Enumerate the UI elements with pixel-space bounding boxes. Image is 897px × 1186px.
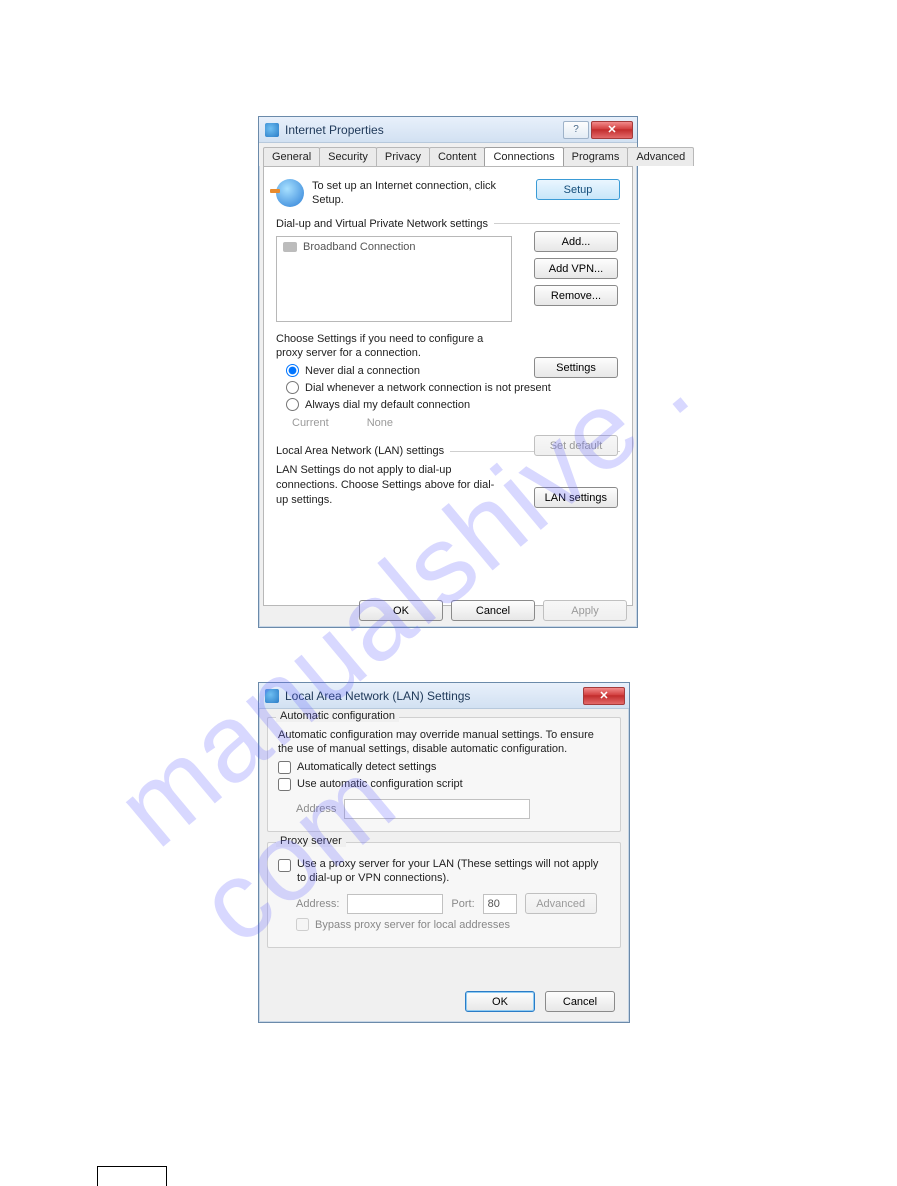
- dialup-side-buttons: Add... Add VPN... Remove...: [534, 231, 618, 306]
- chk-proxy[interactable]: [278, 859, 291, 872]
- chk-bypass-label: Bypass proxy server for local addresses: [315, 919, 510, 931]
- globe-icon: [276, 179, 304, 207]
- chk-bypass-row: Bypass proxy server for local addresses: [296, 918, 610, 931]
- group-automatic-config-label: Automatic configuration: [276, 710, 399, 722]
- chk-bypass: [296, 918, 309, 931]
- group-lan-label: Local Area Network (LAN) settings: [276, 445, 444, 457]
- chk-proxy-label: Use a proxy server for your LAN (These s…: [297, 857, 610, 886]
- dialog-title: Local Area Network (LAN) Settings: [285, 689, 470, 703]
- advanced-button: Advanced: [525, 893, 597, 914]
- intro-text: To set up an Internet connection, click …: [312, 179, 524, 208]
- divider: [494, 223, 620, 224]
- cancel-button[interactable]: Cancel: [451, 600, 535, 621]
- group-dialup-title: Dial-up and Virtual Private Network sett…: [276, 218, 620, 230]
- dialog-title: Internet Properties: [285, 123, 384, 137]
- chk-auto-script-label: Use automatic configuration script: [297, 778, 463, 790]
- auto-addr-label: Address: [296, 803, 336, 815]
- tabs: General Security Privacy Content Connect…: [259, 143, 637, 166]
- proxy-port-input: [483, 894, 517, 914]
- proxy-port-label: Port:: [451, 898, 474, 910]
- chk-auto-script-row[interactable]: Use automatic configuration script: [278, 778, 610, 791]
- internet-icon: [265, 689, 279, 703]
- tab-advanced[interactable]: Advanced: [627, 147, 694, 166]
- group-proxy-label: Proxy server: [276, 835, 346, 847]
- tab-programs[interactable]: Programs: [563, 147, 629, 166]
- settings-button[interactable]: Settings: [534, 357, 618, 378]
- lan-settings-dialog: Local Area Network (LAN) Settings ✕ Auto…: [258, 682, 630, 1023]
- radio-never-label: Never dial a connection: [305, 365, 420, 377]
- group-dialup-label: Dial-up and Virtual Private Network sett…: [276, 218, 488, 230]
- titlebar: Local Area Network (LAN) Settings ✕: [259, 683, 629, 709]
- chk-proxy-row[interactable]: Use a proxy server for your LAN (These s…: [278, 857, 610, 886]
- titlebar: Internet Properties ? ✕: [259, 117, 637, 143]
- apply-button: Apply: [543, 600, 627, 621]
- group-proxy: Proxy server Use a proxy server for your…: [267, 842, 621, 949]
- chk-auto-script[interactable]: [278, 778, 291, 791]
- dialog-footer: OK Cancel Apply: [359, 600, 627, 621]
- cancel-button[interactable]: Cancel: [545, 991, 615, 1012]
- radio-whenever[interactable]: [286, 381, 299, 394]
- proxy-addr-label: Address:: [296, 898, 339, 910]
- current-row: Current None: [292, 417, 620, 429]
- list-item[interactable]: Broadband Connection: [283, 241, 505, 253]
- close-button[interactable]: ✕: [583, 687, 625, 705]
- lan-settings-button[interactable]: LAN settings: [534, 487, 618, 508]
- ok-button[interactable]: OK: [465, 991, 535, 1012]
- intro-row: To set up an Internet connection, click …: [276, 179, 620, 208]
- radio-never[interactable]: [286, 364, 299, 377]
- tab-privacy[interactable]: Privacy: [376, 147, 430, 166]
- internet-icon: [265, 123, 279, 137]
- ok-button[interactable]: OK: [359, 600, 443, 621]
- tab-general[interactable]: General: [263, 147, 320, 166]
- page-footer-box: [97, 1166, 167, 1186]
- help-button[interactable]: ?: [563, 121, 589, 139]
- add-button[interactable]: Add...: [534, 231, 618, 252]
- dialog-footer: OK Cancel: [465, 991, 615, 1012]
- proxy-addr-input: [347, 894, 443, 914]
- add-vpn-button[interactable]: Add VPN...: [534, 258, 618, 279]
- radio-whenever-label: Dial whenever a network connection is no…: [305, 382, 551, 394]
- radio-always-label: Always dial my default connection: [305, 399, 470, 411]
- radio-whenever-row[interactable]: Dial whenever a network connection is no…: [286, 381, 620, 394]
- auto-note: Automatic configuration may override man…: [278, 728, 610, 757]
- group-automatic-config: Automatic configuration Automatic config…: [267, 717, 621, 832]
- chk-auto-detect-row[interactable]: Automatically detect settings: [278, 761, 610, 774]
- tabpanel-connections: To set up an Internet connection, click …: [263, 166, 633, 606]
- current-value: None: [367, 417, 393, 429]
- connection-name: Broadband Connection: [303, 241, 416, 253]
- remove-button[interactable]: Remove...: [534, 285, 618, 306]
- lan-note: LAN Settings do not apply to dial-up con…: [276, 463, 504, 508]
- connection-listbox[interactable]: Broadband Connection: [276, 236, 512, 322]
- current-label: Current: [292, 417, 329, 429]
- radio-always[interactable]: [286, 398, 299, 411]
- close-button[interactable]: ✕: [591, 121, 633, 139]
- chk-auto-detect-label: Automatically detect settings: [297, 761, 436, 773]
- tab-connections[interactable]: Connections: [484, 147, 563, 166]
- auto-addr-input: [344, 799, 530, 819]
- chk-auto-detect[interactable]: [278, 761, 291, 774]
- radio-always-row[interactable]: Always dial my default connection: [286, 398, 620, 411]
- set-default-button: Set default: [534, 435, 618, 456]
- internet-properties-dialog: Internet Properties ? ✕ General Security…: [258, 116, 638, 628]
- setup-button[interactable]: Setup: [536, 179, 620, 200]
- tab-content[interactable]: Content: [429, 147, 486, 166]
- choose-settings-text: Choose Settings if you need to configure…: [276, 332, 512, 361]
- tab-security[interactable]: Security: [319, 147, 377, 166]
- connection-icon: [283, 242, 297, 252]
